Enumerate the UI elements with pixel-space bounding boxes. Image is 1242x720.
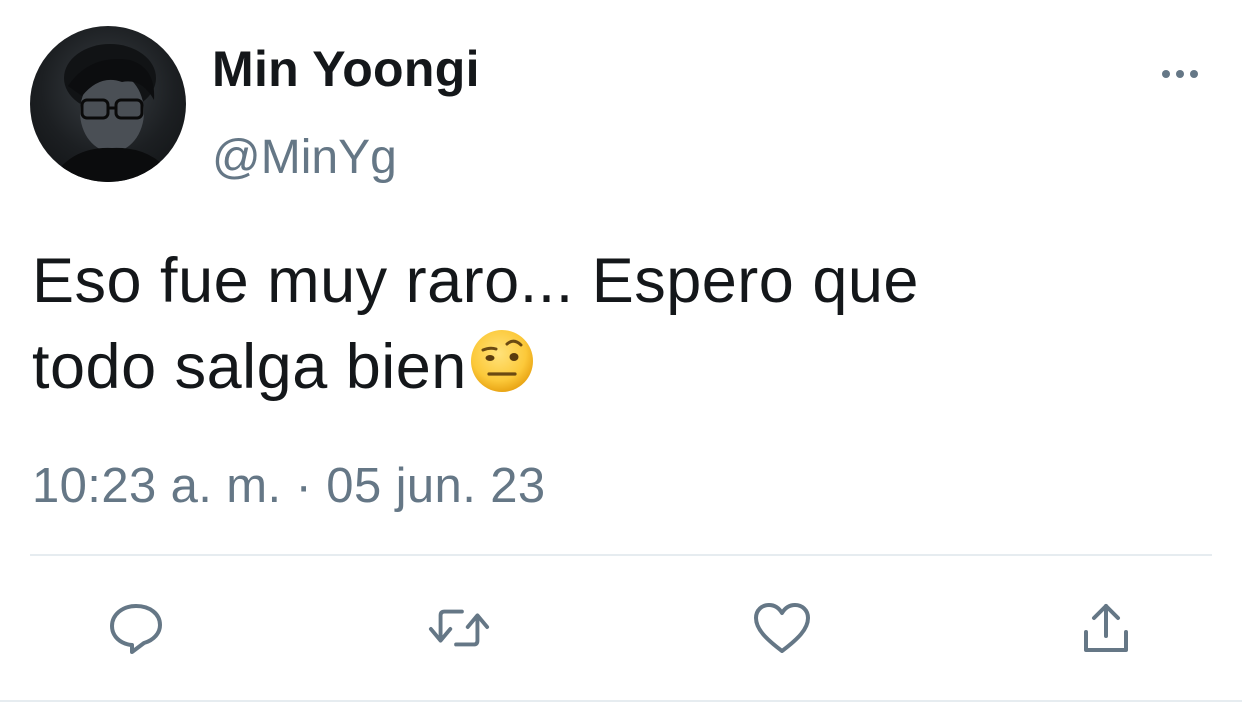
raised-eyebrow-emoji-icon: [470, 330, 533, 392]
tweet-text-line-2-text: todo salga bien: [32, 332, 467, 402]
reply-button[interactable]: [104, 596, 168, 660]
heart-icon: [754, 603, 810, 653]
like-button[interactable]: [750, 596, 814, 660]
tweet-card: Min Yoongi @MinYg Eso fue muy raro... Es…: [0, 0, 1242, 720]
bottom-divider: [0, 700, 1242, 702]
tweet-text-line-2: todo salga bien: [32, 324, 1182, 410]
more-options-button[interactable]: [1150, 56, 1210, 92]
retweet-icon: [428, 609, 490, 647]
tweet-text: Eso fue muy raro... Espero que todo salg…: [32, 238, 1182, 410]
tweet-timestamp[interactable]: 10:23 a. m. · 05 jun. 23: [32, 458, 546, 514]
author-handle[interactable]: @MinYg: [212, 130, 397, 185]
retweet-button[interactable]: [427, 596, 491, 660]
speech-bubble-icon: [110, 604, 162, 654]
avatar[interactable]: [30, 26, 186, 182]
author-display-name[interactable]: Min Yoongi: [212, 40, 480, 98]
more-dots-icon: [1162, 70, 1198, 78]
share-button[interactable]: [1074, 596, 1138, 660]
divider: [30, 554, 1212, 556]
share-icon: [1084, 604, 1128, 652]
tweet-text-line-1: Eso fue muy raro... Espero que: [32, 246, 919, 316]
